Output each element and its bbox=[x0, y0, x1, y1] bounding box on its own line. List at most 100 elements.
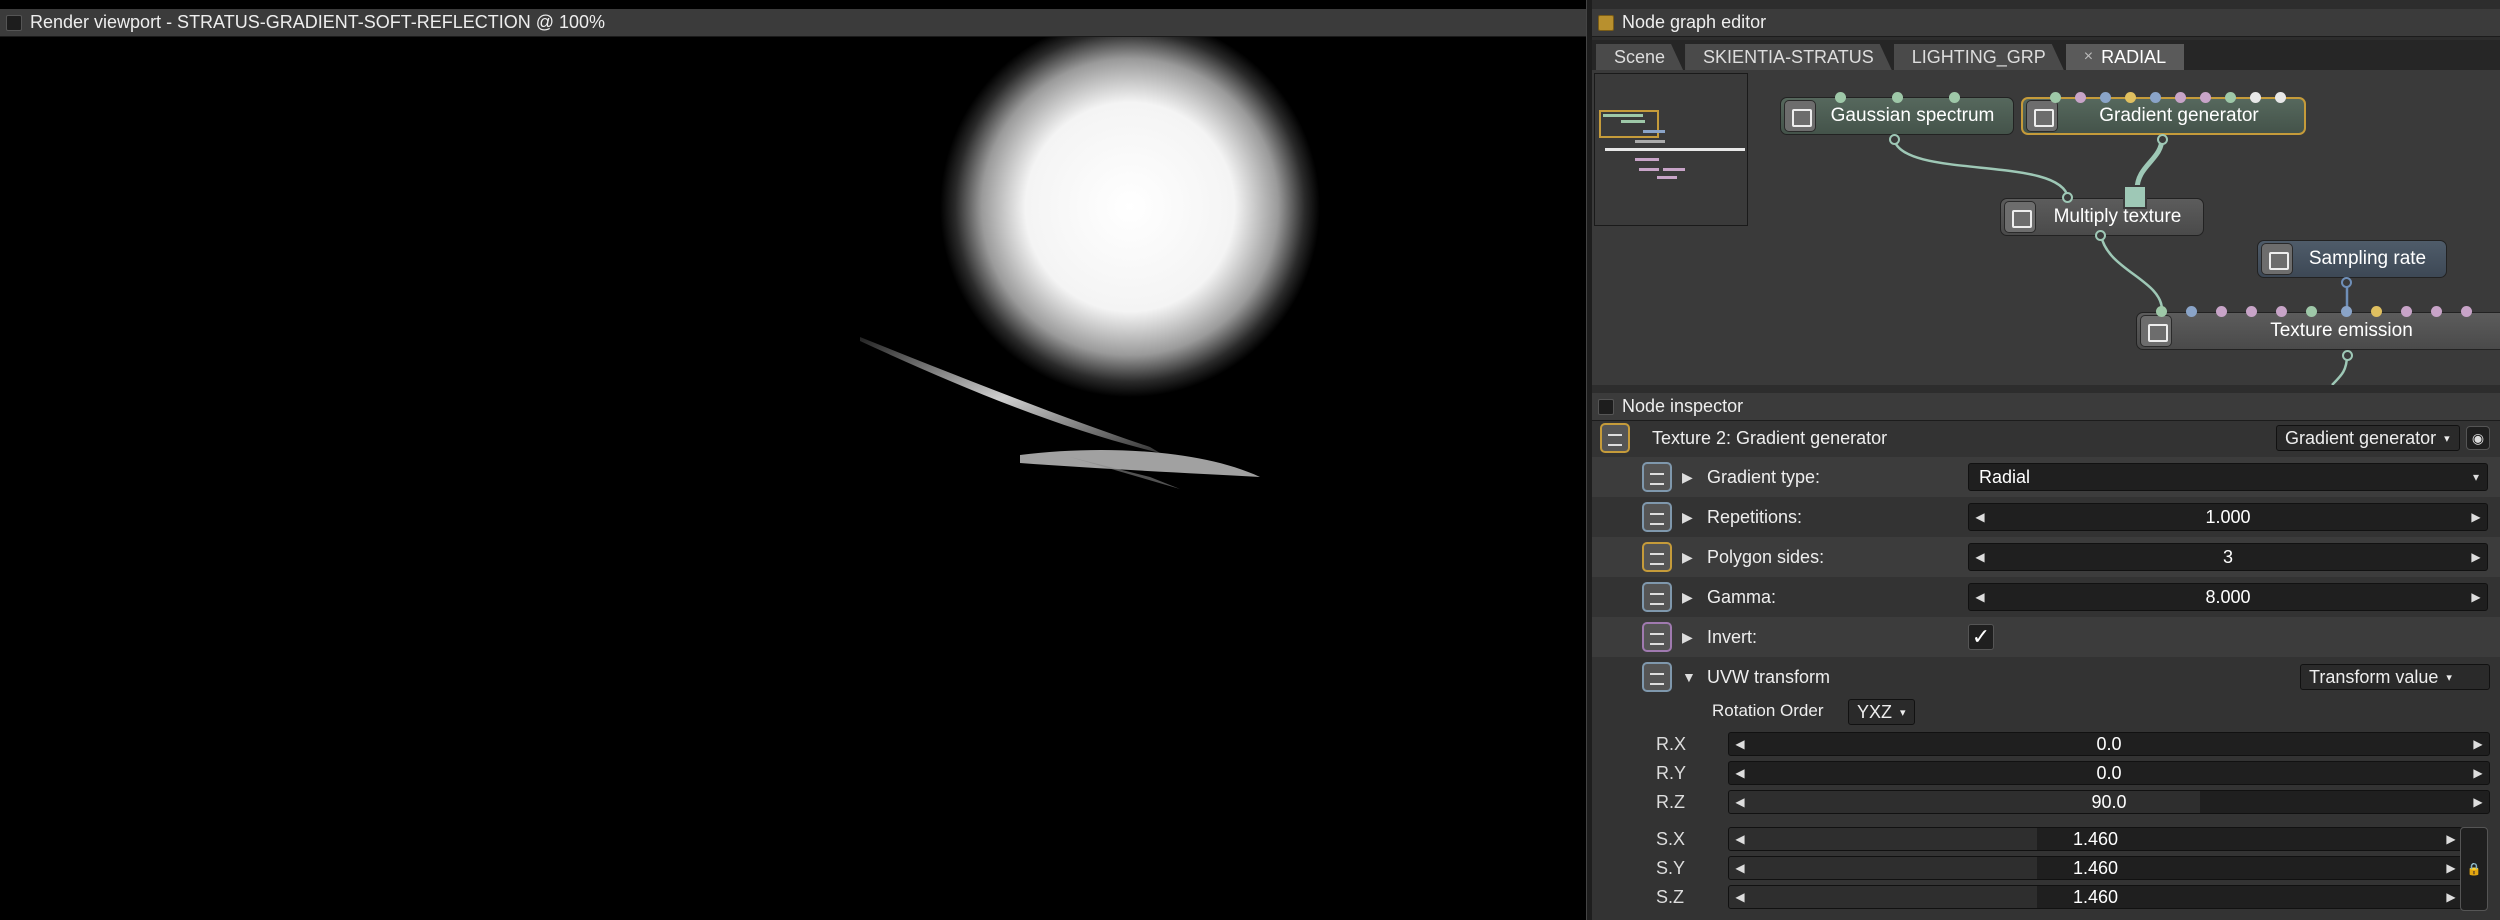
slider-value: 1.460 bbox=[2072, 886, 2119, 907]
select-value: Gradient generator bbox=[2285, 427, 2437, 448]
arrow-right-icon[interactable]: ▶ bbox=[2440, 861, 2462, 875]
transform-icon bbox=[1642, 662, 1672, 692]
arrow-left-icon[interactable]: ◀ bbox=[1969, 510, 1991, 524]
param-label: Gradient type: bbox=[1707, 466, 1821, 487]
param-uvw-transform: ▼ UVW transform Transform value ▾ bbox=[1592, 657, 2500, 697]
arrow-left-icon[interactable]: ◀ bbox=[1729, 890, 1751, 904]
collapse-icon[interactable]: ▼ bbox=[1682, 669, 1696, 685]
rotation-x-row: R.X ◀ 0.0 ▶ bbox=[1592, 731, 2500, 757]
param-polygon-sides: ▶ Polygon sides: ◀ 3 ▶ bbox=[1592, 537, 2500, 577]
arrow-left-icon[interactable]: ◀ bbox=[1729, 861, 1751, 875]
scale-x-slider[interactable]: ◀ 1.460 ▶ bbox=[1728, 827, 2463, 851]
expand-icon[interactable]: ▶ bbox=[1682, 589, 1693, 606]
polygon-sides-slider[interactable]: ◀ 3 ▶ bbox=[1968, 543, 2488, 571]
arrow-left-icon[interactable]: ◀ bbox=[1969, 550, 1991, 564]
node-texture-emission[interactable]: Texture emission bbox=[2136, 312, 2500, 350]
param-label: Gamma: bbox=[1707, 586, 1777, 607]
transform-mode-select[interactable]: Transform value ▾ bbox=[2300, 664, 2490, 690]
arrow-left-icon[interactable]: ◀ bbox=[1729, 737, 1751, 751]
param-gradient-type: ▶ Gradient type: Radial ▾ bbox=[1592, 457, 2500, 497]
slider-value: 1.000 bbox=[2205, 506, 2251, 527]
rotation-x-slider[interactable]: ◀ 0.0 ▶ bbox=[1728, 732, 2490, 756]
gradient-node-icon bbox=[1600, 423, 1630, 453]
slider-value: 1.460 bbox=[2072, 857, 2119, 878]
node-type-select[interactable]: Gradient generator ▾ bbox=[2276, 425, 2460, 451]
tab-scene[interactable]: Scene bbox=[1596, 44, 1683, 70]
arrow-right-icon[interactable]: ▶ bbox=[2440, 890, 2462, 904]
invert-checkbox[interactable]: ✓ bbox=[1968, 624, 1994, 650]
scale-z-slider[interactable]: ◀ 1.460 ▶ bbox=[1728, 885, 2463, 909]
arrow-left-icon[interactable]: ◀ bbox=[1729, 795, 1751, 809]
tab-skientia-stratus[interactable]: SKIENTIA-STRATUS bbox=[1685, 44, 1892, 70]
select-value: YXZ bbox=[1857, 701, 1893, 722]
gradient-type-select[interactable]: Radial ▾ bbox=[1968, 463, 2488, 491]
axis-label: S.X bbox=[1656, 828, 1686, 849]
param-label: UVW transform bbox=[1707, 666, 1831, 687]
emission-icon bbox=[2140, 315, 2172, 347]
scale-lock-toggle[interactable]: 🔒 bbox=[2460, 827, 2488, 911]
rotation-z-slider[interactable]: ◀ 90.0 ▶ bbox=[1728, 790, 2490, 814]
scale-y-slider[interactable]: ◀ 1.460 ▶ bbox=[1728, 856, 2463, 880]
arrow-right-icon[interactable]: ▶ bbox=[2465, 590, 2487, 604]
arrow-right-icon[interactable]: ▶ bbox=[2467, 737, 2489, 751]
gamma-slider[interactable]: ◀ 8.000 ▶ bbox=[1968, 583, 2488, 611]
node-label: Sampling rate bbox=[2308, 248, 2427, 269]
tab-label: RADIAL bbox=[2101, 46, 2167, 67]
enum-icon bbox=[1642, 462, 1672, 492]
arrow-left-icon[interactable]: ◀ bbox=[1969, 590, 1991, 604]
param-label: Repetitions: bbox=[1707, 506, 1803, 527]
node-graph-titlebar: Node graph editor bbox=[1592, 9, 2500, 37]
tab-lighting-grp[interactable]: LIGHTING_GRP bbox=[1894, 44, 2064, 70]
node-inspector: Texture 2: Gradient generator Gradient g… bbox=[1592, 421, 2500, 920]
node-graph-title: Node graph editor bbox=[1622, 12, 1767, 32]
rotation-order-row: Rotation Order YXZ ▾ bbox=[1592, 695, 2500, 727]
arrow-right-icon[interactable]: ▶ bbox=[2465, 510, 2487, 524]
expand-icon[interactable]: ▶ bbox=[1682, 549, 1693, 566]
axis-label: R.Z bbox=[1656, 791, 1685, 812]
chevron-down-icon: ▾ bbox=[1900, 706, 1906, 719]
rotation-order-select[interactable]: YXZ ▾ bbox=[1848, 699, 1915, 725]
scale-z-row: S.Z ◀ 1.460 ▶ bbox=[1592, 884, 2500, 910]
node-inspector-titlebar: Node inspector bbox=[1592, 393, 2500, 421]
close-icon[interactable]: × bbox=[2084, 48, 2093, 66]
scale-y-row: S.Y ◀ 1.460 ▶ bbox=[1592, 855, 2500, 881]
param-label: Invert: bbox=[1707, 626, 1758, 647]
scale-x-row: S.X ◀ 1.460 ▶ bbox=[1592, 826, 2500, 852]
node-inspector-title: Node inspector bbox=[1622, 396, 1744, 416]
node-label: Gaussian spectrum bbox=[1830, 105, 1995, 126]
eye-icon[interactable]: ◉ bbox=[2466, 426, 2490, 450]
expand-icon[interactable]: ▶ bbox=[1682, 629, 1693, 646]
graph-tabs: Scene SKIENTIA-STRATUS LIGHTING_GRP × RA… bbox=[1592, 40, 2500, 70]
connection-port[interactable] bbox=[2123, 185, 2147, 209]
repetitions-slider[interactable]: ◀ 1.000 ▶ bbox=[1968, 503, 2488, 531]
rotation-y-slider[interactable]: ◀ 0.0 ▶ bbox=[1728, 761, 2490, 785]
inspector-header: Texture 2: Gradient generator Gradient g… bbox=[1592, 421, 2500, 455]
arrow-right-icon[interactable]: ▶ bbox=[2440, 832, 2462, 846]
node-graph-canvas[interactable]: Gaussian spectrum Gradient generator Mul… bbox=[1592, 70, 2500, 385]
tab-radial[interactable]: × RADIAL bbox=[2065, 44, 2185, 70]
texture-icon bbox=[2026, 100, 2058, 132]
float-icon bbox=[1642, 502, 1672, 532]
slider-value: 0.0 bbox=[2096, 733, 2122, 754]
param-invert: ▶ Invert: ✓ bbox=[1592, 617, 2500, 657]
node-sampling-rate[interactable]: Sampling rate bbox=[2257, 240, 2447, 278]
arrow-left-icon[interactable]: ◀ bbox=[1729, 766, 1751, 780]
slider-value: 90.0 bbox=[2091, 791, 2127, 812]
node-name: Texture 2: Gradient generator bbox=[1652, 427, 1888, 448]
arrow-left-icon[interactable]: ◀ bbox=[1729, 832, 1751, 846]
expand-icon[interactable]: ▶ bbox=[1682, 509, 1693, 526]
tab-label: Scene bbox=[1614, 46, 1666, 67]
value-icon bbox=[2261, 243, 2293, 275]
node-label: Texture emission bbox=[2270, 320, 2413, 341]
arrow-right-icon[interactable]: ▶ bbox=[2467, 766, 2489, 780]
arrow-right-icon[interactable]: ▶ bbox=[2467, 795, 2489, 809]
render-canvas[interactable] bbox=[0, 37, 1586, 920]
param-repetitions: ▶ Repetitions: ◀ 1.000 ▶ bbox=[1592, 497, 2500, 537]
viewport-titlebar: Render viewport - STRATUS-GRADIENT-SOFT-… bbox=[0, 9, 1586, 37]
axis-label: S.Y bbox=[1656, 857, 1686, 878]
select-value: Transform value bbox=[2309, 666, 2439, 687]
node-gradient-generator[interactable]: Gradient generator bbox=[2021, 97, 2306, 135]
expand-icon[interactable]: ▶ bbox=[1682, 469, 1693, 486]
axis-label: R.Y bbox=[1656, 762, 1687, 783]
arrow-right-icon[interactable]: ▶ bbox=[2465, 550, 2487, 564]
